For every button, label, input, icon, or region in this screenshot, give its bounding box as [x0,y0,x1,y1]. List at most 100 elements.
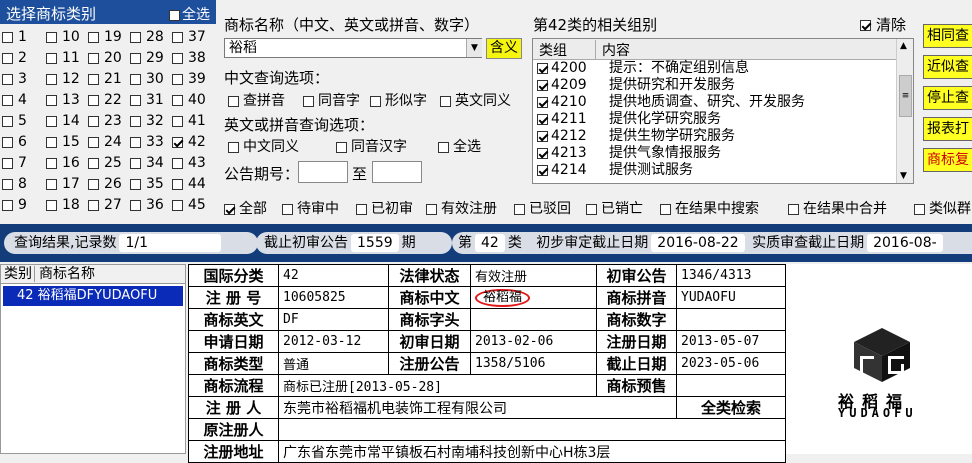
category-14[interactable]: 14 [46,112,80,131]
scroll-up-icon[interactable]: ▲ [900,41,907,51]
action-button-0[interactable]: 相同查 [923,24,972,48]
category-checkbox[interactable] [172,157,183,169]
all-class-search-button[interactable]: 全类检索 [676,396,786,419]
cn-opts-1[interactable]: 同音字 [303,90,360,110]
category-36[interactable]: 36 [130,196,164,215]
category-2[interactable]: 2 [2,49,27,68]
group-row-checkbox[interactable] [537,79,548,91]
category-29[interactable]: 29 [130,49,164,68]
category-44[interactable]: 44 [172,175,206,194]
category-33[interactable]: 33 [130,133,164,152]
category-20[interactable]: 20 [88,49,122,68]
scroll-down-icon[interactable]: ▼ [900,171,907,181]
result-row-selected[interactable]: 42 裕稻福DFYUDAOFU [3,286,183,306]
scroll-thumb[interactable]: ≡ [899,75,912,117]
category-checkbox[interactable] [2,94,13,106]
filter-checkbox[interactable] [356,203,367,215]
category-checkbox[interactable] [88,136,99,148]
category-checkbox[interactable] [46,31,57,43]
category-9[interactable]: 9 [2,196,27,215]
category-checkbox[interactable] [130,52,141,64]
category-45[interactable]: 45 [172,196,206,215]
category-checkbox[interactable] [2,199,13,211]
category-checkbox[interactable] [130,94,141,106]
group-row[interactable]: 4214 提供测试服务 [537,162,693,179]
category-6[interactable]: 6 [2,133,27,152]
category-1[interactable]: 1 [2,28,27,47]
filter-checkbox[interactable] [586,203,597,215]
meaning-button[interactable]: 含义 [486,38,522,59]
filter-option-3[interactable]: 有效注册 [426,198,497,218]
group-row[interactable]: 4211 提供化学研究服务 [537,111,721,128]
category-31[interactable]: 31 [130,91,164,110]
option-checkbox[interactable] [303,95,314,107]
filter-checkbox[interactable] [514,203,525,215]
group-row-checkbox[interactable] [537,62,548,74]
category-checkbox[interactable] [2,52,13,64]
en-opts-2[interactable]: 全选 [438,136,481,156]
category-checkbox[interactable] [88,157,99,169]
category-42[interactable]: 42 [172,133,206,152]
group-row-checkbox[interactable] [537,147,548,159]
cn-opts-0[interactable]: 查拼音 [228,90,285,110]
filter-checkbox[interactable] [660,203,671,215]
action-button-2[interactable]: 停止查 [923,86,972,110]
filter-option-0[interactable]: 全部 [224,198,267,218]
category-25[interactable]: 25 [88,154,122,173]
category-checkbox[interactable] [130,136,141,148]
filter-option-7[interactable]: 在结果中合并 [788,198,887,218]
category-3[interactable]: 3 [2,70,27,89]
group-row-checkbox[interactable] [537,164,548,176]
group-row-checkbox[interactable] [537,96,548,108]
filter-checkbox[interactable] [426,203,437,215]
group-row-checkbox[interactable] [537,130,548,142]
filter-option-1[interactable]: 待审中 [282,198,339,218]
filter-option-8[interactable]: 类似群 [914,198,971,218]
category-checkbox[interactable] [172,178,183,190]
category-checkbox[interactable] [88,178,99,190]
category-checkbox[interactable] [172,199,183,211]
category-40[interactable]: 40 [172,91,206,110]
clear-groups[interactable]: 清除 [860,14,906,35]
category-checkbox[interactable] [46,199,57,211]
option-checkbox[interactable] [440,95,451,107]
filter-checkbox[interactable] [788,203,799,215]
category-24[interactable]: 24 [88,133,122,152]
category-checkbox[interactable] [130,178,141,190]
group-row[interactable]: 4209 提供研究和开发服务 [537,77,735,94]
category-checkbox[interactable] [130,73,141,85]
category-checkbox[interactable] [88,115,99,127]
option-checkbox[interactable] [228,141,239,153]
category-checkbox[interactable] [46,73,57,85]
category-checkbox[interactable] [2,178,13,190]
filter-option-4[interactable]: 已驳回 [514,198,571,218]
category-30[interactable]: 30 [130,70,164,89]
filter-option-5[interactable]: 已销亡 [586,198,643,218]
category-checkbox[interactable] [172,31,183,43]
announcement-to-input[interactable] [372,161,422,183]
category-checkbox[interactable] [130,157,141,169]
option-checkbox[interactable] [370,95,381,107]
category-checkbox[interactable] [172,115,183,127]
category-13[interactable]: 13 [46,91,80,110]
category-checkbox[interactable] [88,73,99,85]
category-7[interactable]: 7 [2,154,27,173]
category-checkbox[interactable] [46,157,57,169]
category-26[interactable]: 26 [88,175,122,194]
category-checkbox[interactable] [88,199,99,211]
category-checkbox[interactable] [46,115,57,127]
category-checkbox[interactable] [172,136,183,148]
group-list[interactable]: 类组 内容 4200 提示：不确定组别信息 4209 提供研究和开发服务 4210 提供地… [532,38,914,184]
cn-opts-3[interactable]: 英文同义 [440,90,511,110]
option-checkbox[interactable] [336,141,347,153]
category-10[interactable]: 10 [46,28,80,47]
group-row[interactable]: 4213 提供气象情报服务 [537,145,721,162]
category-8[interactable]: 8 [2,175,27,194]
action-button-4[interactable]: 商标复 [923,148,972,172]
category-16[interactable]: 16 [46,154,80,173]
category-checkbox[interactable] [46,178,57,190]
category-34[interactable]: 34 [130,154,164,173]
group-row[interactable]: 4212 提供生物学研究服务 [537,128,735,145]
category-checkbox[interactable] [172,94,183,106]
category-37[interactable]: 37 [172,28,206,47]
